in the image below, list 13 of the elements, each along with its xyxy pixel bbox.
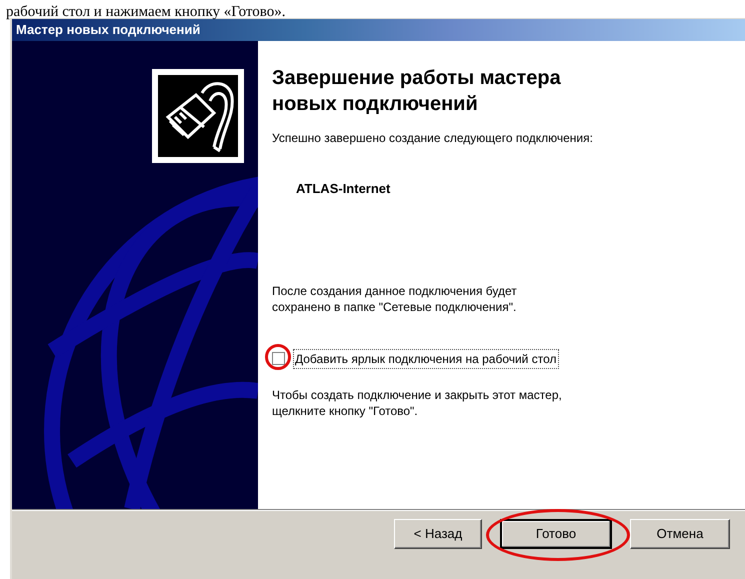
instruction-text: Чтобы создать подключение и закрыть этот мастер, щелкните кнопку "Готово".	[272, 386, 563, 418]
wizard-button[interactable]: Отмена	[630, 519, 730, 549]
wizard-button[interactable]: Готово	[500, 519, 612, 549]
network-cable-icon	[152, 69, 244, 163]
checkbox[interactable]	[272, 352, 285, 365]
info-text: После создания данное подключения будет сохранено в папке "Сетевые подключения".	[272, 282, 518, 314]
connection-name: ATLAS-Internet	[296, 180, 392, 198]
wizard-button[interactable]: < Назад	[394, 519, 482, 549]
wizard-heading: Завершение работы мастера новых подключений	[272, 66, 562, 117]
caption-text: рабочий стол и нажимаем кнопку «Готово».	[6, 4, 286, 20]
checkbox-label[interactable]: Добавить ярлык подключения на рабочий стол	[293, 348, 558, 368]
intro-text: Успешно завершено создание следующего подключения:	[272, 130, 594, 147]
window-title: Мастер новых подключений	[16, 21, 200, 40]
